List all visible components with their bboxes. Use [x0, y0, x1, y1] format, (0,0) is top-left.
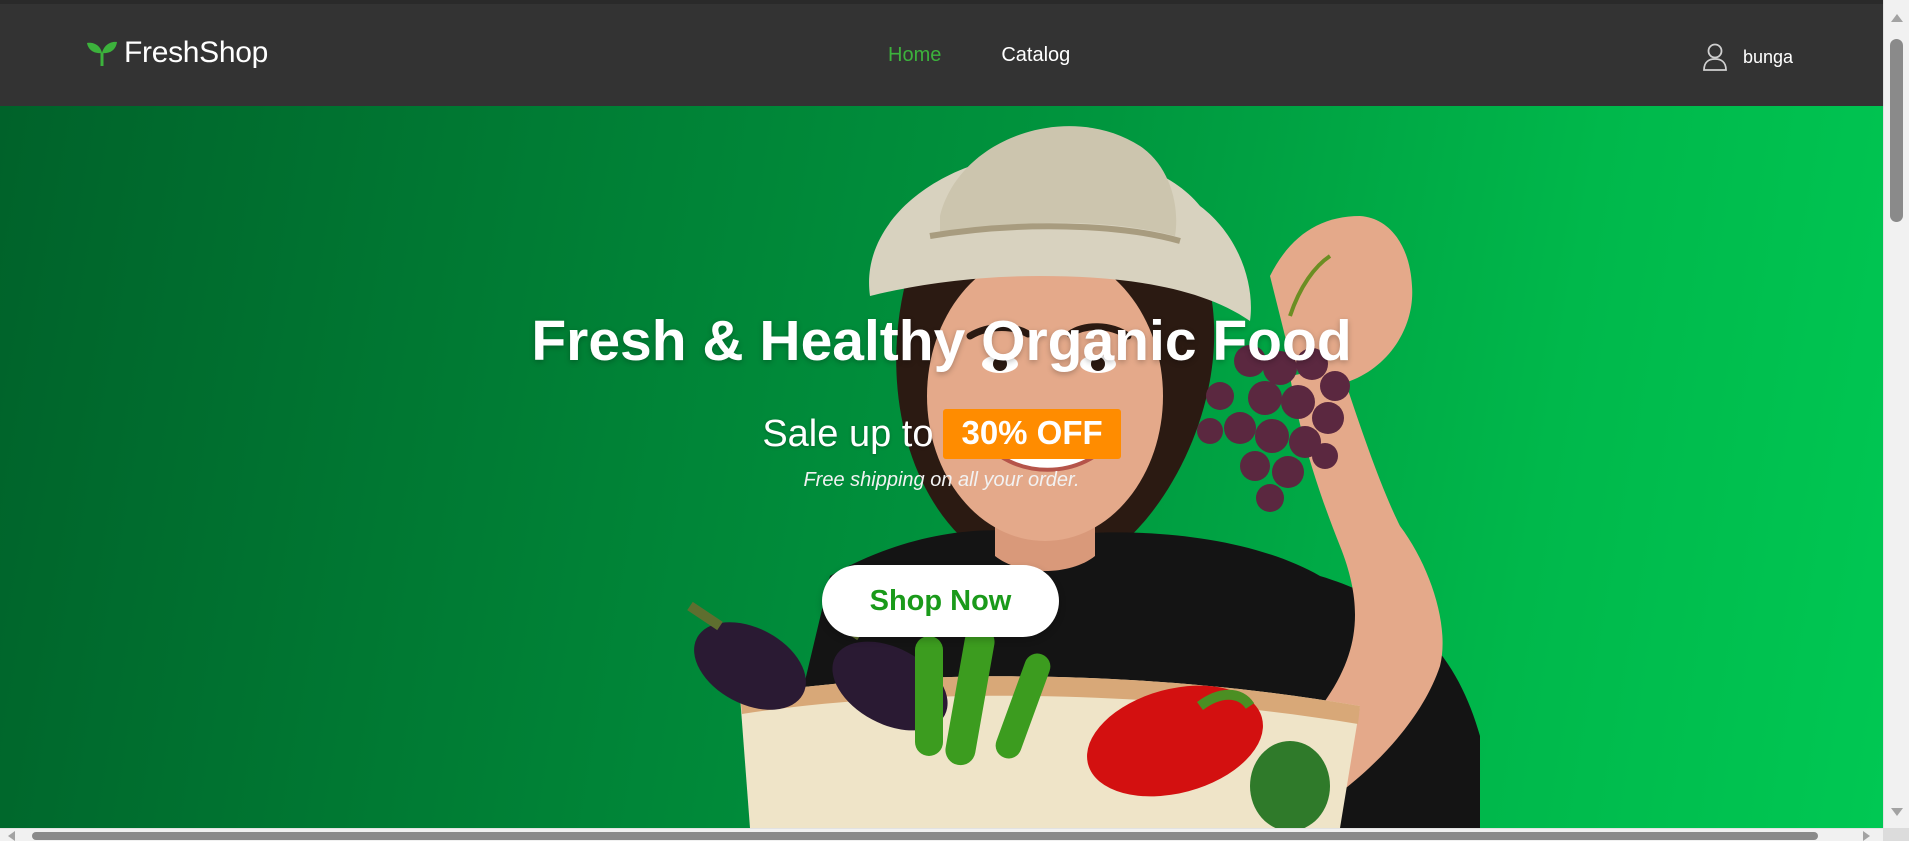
- hero-content: Fresh & Healthy Organic Food Sale up to …: [0, 106, 1883, 828]
- horizontal-scroll-thumb[interactable]: [32, 832, 1818, 840]
- top-navbar: FreshShop Home Catalog bunga: [0, 0, 1883, 106]
- vertical-scrollbar[interactable]: [1883, 0, 1909, 828]
- nav-item-home[interactable]: Home: [888, 44, 941, 67]
- user-menu[interactable]: bunga: [1701, 42, 1793, 72]
- hero-title: Fresh & Healthy Organic Food: [531, 309, 1352, 373]
- sale-prefix: Sale up to: [762, 412, 934, 455]
- sprout-leaf-icon: [87, 41, 117, 66]
- main-nav: Home Catalog: [888, 44, 1070, 67]
- nav-item-catalog[interactable]: Catalog: [1001, 44, 1070, 67]
- brand-logo[interactable]: FreshShop: [86, 36, 268, 70]
- scroll-up-icon[interactable]: [1891, 14, 1903, 22]
- scroll-right-icon[interactable]: [1863, 831, 1870, 841]
- hero-sale-line: Sale up to 30% OFF: [0, 409, 1883, 459]
- shop-now-button[interactable]: Shop Now: [822, 565, 1059, 637]
- horizontal-scrollbar[interactable]: [0, 828, 1909, 841]
- scroll-down-icon[interactable]: [1891, 808, 1903, 816]
- discount-badge: 30% OFF: [943, 409, 1121, 459]
- hero-banner: Fresh & Healthy Organic Food Sale up to …: [0, 106, 1883, 828]
- browser-viewport: FreshShop Home Catalog bunga Fresh & Hea…: [0, 0, 1909, 841]
- user-name: bunga: [1742, 46, 1793, 67]
- scroll-left-icon[interactable]: [8, 831, 15, 841]
- vertical-scroll-thumb[interactable]: [1890, 39, 1903, 222]
- scrollbar-corner: [1883, 828, 1909, 841]
- brand-name: FreshShop: [124, 36, 269, 69]
- shipping-note: Free shipping on all your order.: [803, 469, 1080, 491]
- user-icon: [1703, 43, 1727, 71]
